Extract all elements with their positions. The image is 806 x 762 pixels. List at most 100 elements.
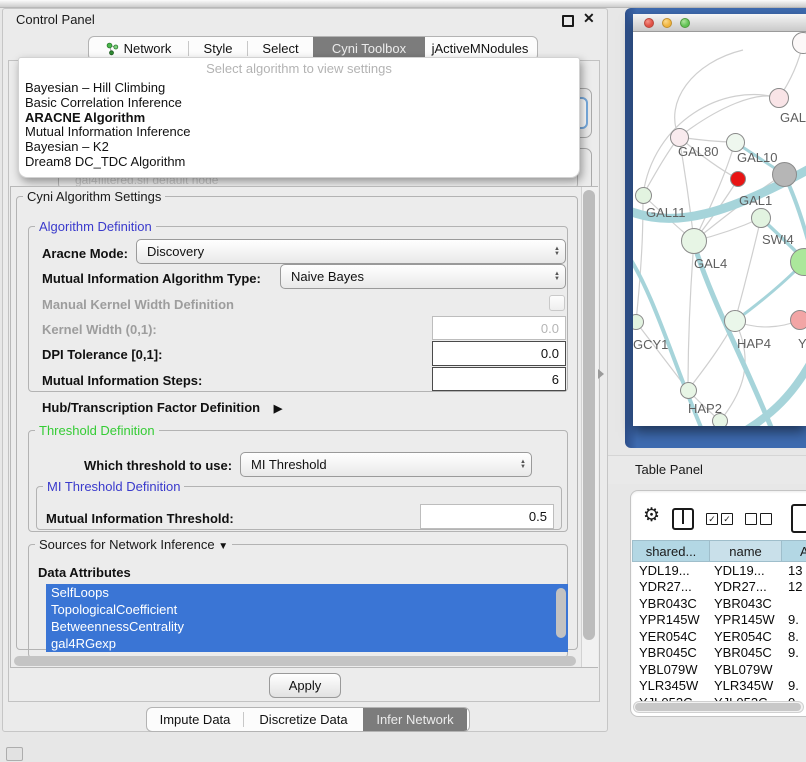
mi-threshold-label: Mutual Information Threshold: (46, 511, 234, 526)
algorithm-dropdown-popup: Select algorithm to view settings Bayesi… (18, 57, 580, 178)
float-window-icon[interactable] (562, 15, 574, 27)
network-node[interactable] (730, 171, 746, 187)
table-row[interactable]: YDR27...YDR27...12 (632, 579, 806, 596)
chevron-right-icon: ▶ (274, 403, 282, 415)
mi-steps-field[interactable]: 6 (432, 367, 566, 391)
tab-label: Cyni Toolbox (332, 41, 406, 56)
select-all-checkbox-icon[interactable]: ✓ (721, 513, 733, 525)
select-all-checkbox-icon[interactable]: ✓ (706, 513, 718, 525)
algorithm-popup-placeholder: Select algorithm to view settings (19, 61, 579, 76)
network-window-titlebar[interactable] (633, 14, 806, 32)
manual-kernel-width-checkbox[interactable] (549, 295, 565, 311)
table-cell: 13 (782, 563, 806, 578)
network-node[interactable] (724, 310, 746, 332)
node-label: GAL80 (678, 144, 718, 159)
panel-resize-handle[interactable] (598, 369, 604, 379)
collapsed-panel-icon[interactable] (6, 747, 23, 761)
tab-infer-network[interactable]: Infer Network (363, 708, 467, 731)
document-icon[interactable] (791, 504, 806, 533)
tab-label: Discretize Data (259, 712, 347, 727)
group-title: MI Threshold Definition (43, 479, 184, 494)
attribute-list-item[interactable]: TopologicalCoefficient (46, 601, 568, 618)
table-cell: YER054C (710, 629, 782, 644)
kernel-width-field[interactable]: 0.0 (432, 316, 566, 340)
tab-discretize-data[interactable]: Discretize Data (244, 708, 363, 731)
minimize-traffic-light-icon[interactable] (662, 18, 672, 28)
table-panel-title: Table Panel (635, 462, 703, 477)
table-cell: YER054C (632, 629, 710, 644)
field-value: 0.0 (541, 346, 559, 361)
algorithm-popup-item[interactable]: Bayesian – K2 (23, 140, 575, 155)
table-cell: YBL079W (710, 662, 782, 677)
network-node[interactable] (635, 187, 652, 204)
kernel-width-label: Kernel Width (0,1): (42, 322, 157, 337)
table-header-row: shared... name A (632, 540, 806, 562)
table-row[interactable]: YBR045CYBR045C9. (632, 645, 806, 662)
application-window: Control Panel ✕ Network Style Select Cyn… (0, 0, 806, 762)
network-node[interactable] (751, 208, 771, 228)
column-layout-icon[interactable] (672, 508, 694, 530)
horizontal-scrollbar-thumb[interactable] (14, 656, 576, 666)
manual-kernel-width-label: Manual Kernel Width Definition (42, 297, 234, 312)
attributes-scrollbar-thumb[interactable] (556, 588, 566, 638)
table-row[interactable]: YDL19...YDL19...13 (632, 562, 806, 579)
table-cell: YBR045C (632, 645, 710, 660)
close-icon[interactable]: ✕ (583, 10, 595, 27)
node-label: GAL (780, 110, 806, 125)
table-row[interactable]: YBL079WYBL079W (632, 661, 806, 678)
table-cell: YDR27... (710, 579, 782, 594)
which-threshold-label: Which threshold to use: (84, 458, 232, 473)
algorithm-popup-item[interactable]: Dream8 DC_TDC Algorithm (23, 155, 575, 170)
tab-impute-data[interactable]: Impute Data (147, 708, 243, 731)
network-node[interactable] (680, 382, 697, 399)
node-label: GAL1 (739, 193, 772, 208)
table-hscrollbar-thumb[interactable] (635, 703, 801, 711)
aracne-mode-select[interactable]: Discovery ▲▼ (136, 239, 566, 264)
column-header-name[interactable]: name (710, 540, 782, 562)
attribute-list-item[interactable]: SelfLoops (46, 584, 568, 601)
vertical-scrollbar-thumb[interactable] (583, 190, 595, 640)
apply-button[interactable]: Apply (269, 673, 341, 698)
table-row[interactable]: YER054CYER054C8. (632, 628, 806, 645)
column-header-a[interactable]: A (782, 540, 806, 562)
network-node[interactable] (726, 133, 745, 152)
selected-value: Discovery (147, 244, 204, 259)
data-attributes-label: Data Attributes (38, 565, 131, 580)
table-cell: YBR045C (710, 645, 782, 660)
close-traffic-light-icon[interactable] (644, 18, 654, 28)
table-row[interactable]: YJL052CYJL052C0 (632, 694, 806, 701)
network-node[interactable] (772, 162, 797, 187)
table-cell: YBR043C (710, 596, 782, 611)
mi-steps-label: Mutual Information Steps: (42, 373, 202, 388)
bottom-tabbar: Impute Data Discretize Data Infer Networ… (146, 707, 470, 732)
network-node[interactable] (769, 88, 789, 108)
attribute-list-item[interactable]: gal4RGexp (46, 635, 568, 652)
algorithm-popup-item[interactable]: Bayesian – Hill Climbing (23, 81, 575, 96)
attribute-list-item[interactable]: BetweennessCentrality (46, 618, 568, 635)
deselect-all-checkbox-icon[interactable] (760, 513, 772, 525)
which-threshold-select[interactable]: MI Threshold ▲▼ (240, 452, 532, 477)
table-row[interactable]: YBR043CYBR043C (632, 595, 806, 612)
tab-label: Infer Network (376, 712, 453, 727)
table-cell: 9. (782, 678, 806, 693)
table-rows: YDL19...YDL19...13YDR27...YDR27...12YBR0… (632, 562, 806, 701)
zoom-traffic-light-icon[interactable] (680, 18, 690, 28)
deselect-all-checkbox-icon[interactable] (745, 513, 757, 525)
network-node[interactable] (790, 310, 806, 330)
mi-threshold-field[interactable]: 0.5 (420, 504, 554, 529)
network-node[interactable] (681, 228, 707, 254)
column-header-shared[interactable]: shared... (632, 540, 710, 562)
algorithm-popup-item[interactable]: ARACNE Algorithm (23, 111, 575, 126)
dpi-tolerance-field[interactable]: 0.0 (432, 341, 566, 366)
gear-icon[interactable]: ⚙ (643, 504, 660, 527)
data-attributes-list[interactable]: SelfLoopsTopologicalCoefficientBetweenne… (46, 584, 568, 652)
sources-title-toggle[interactable]: Sources for Network Inference ▼ (35, 537, 232, 552)
mi-algorithm-type-select[interactable]: Naive Bayes ▲▼ (280, 264, 566, 289)
table-row[interactable]: YPR145WYPR145W9. (632, 612, 806, 629)
algorithm-popup-item[interactable]: Basic Correlation Inference (23, 96, 575, 111)
network-canvas[interactable]: GALGAL80GAL10GAL1GAL11SWI4GAL4GCY1HAP4YH… (633, 32, 806, 426)
algorithm-popup-item[interactable]: Mutual Information Inference (23, 125, 575, 140)
table-row[interactable]: YLR345WYLR345W9. (632, 678, 806, 695)
tab-label: Impute Data (160, 712, 231, 727)
hub-definition-toggle[interactable]: Hub/Transcription Factor Definition ▶ (42, 400, 282, 415)
